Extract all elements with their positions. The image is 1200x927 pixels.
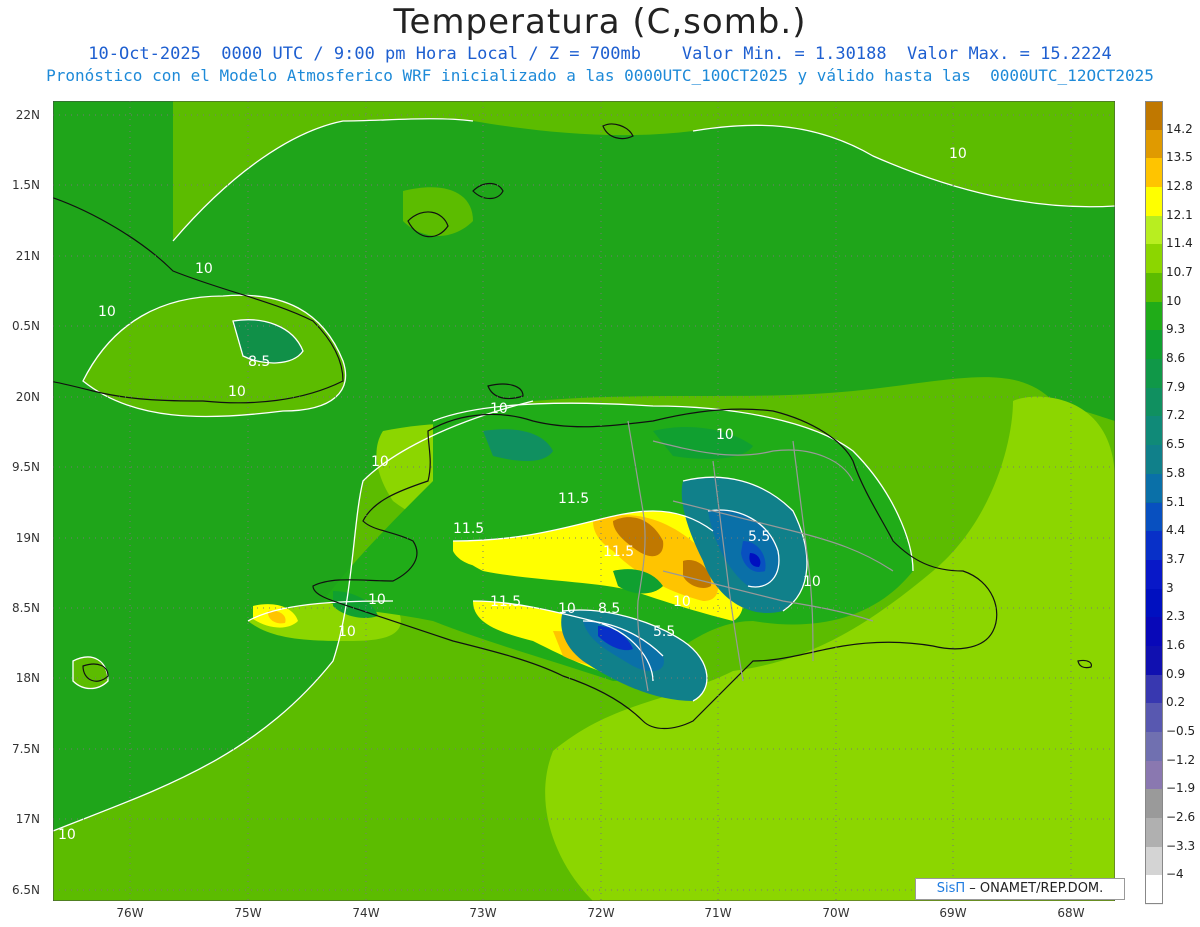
contour-label-10: 10: [338, 624, 356, 640]
colorbar-label: 0.2: [1166, 695, 1186, 710]
lat-label: 19N: [15, 531, 40, 545]
lon-label: 74W: [352, 906, 380, 920]
colorbar-label: 5.1: [1166, 494, 1186, 509]
contour-label-10: 10: [371, 454, 389, 470]
colorbar-label: 0.9: [1166, 666, 1186, 681]
contour-label-10: 10: [195, 261, 213, 277]
lon-label: 70W: [822, 906, 850, 920]
colorbar-label: 12.1: [1166, 207, 1193, 222]
credit-text: – ONAMET/REP.DOM.: [965, 881, 1104, 896]
lon-label: 71W: [704, 906, 732, 920]
credit-box: SisΠ – ONAMET/REP.DOM.: [915, 878, 1125, 900]
contour-label-11-5: 11.5: [603, 544, 634, 560]
contour-label-10: 10: [490, 401, 508, 417]
contour-label-8-5: 8.5: [598, 601, 620, 617]
lat-label: 1.5N: [11, 178, 40, 192]
temperature-map: 10 10 10 8.5 10 10 10 10 11.5 11.5 11.5 …: [53, 101, 1115, 901]
colorbar-label: −1.9: [1166, 781, 1196, 796]
contour-label-10: 10: [673, 594, 691, 610]
colorbar-label: −0.5: [1166, 723, 1196, 738]
colorbar-label: 4.4: [1166, 523, 1186, 538]
lat-label: 20N: [15, 390, 40, 404]
lat-label: 17N: [15, 812, 40, 826]
lon-label: 76W: [116, 906, 144, 920]
contour-label-11-5: 11.5: [490, 594, 521, 610]
lon-label: 68W: [1057, 906, 1085, 920]
lat-label: 18N: [15, 671, 40, 685]
contour-label-10: 10: [368, 592, 386, 608]
lat-label: 21N: [15, 249, 40, 263]
subtitle-time-range: 10-Oct-2025 0000 UTC / 9:00 pm Hora Loca…: [88, 44, 1112, 64]
contour-label-10: 10: [98, 304, 116, 320]
subtitle-model-info: Pronóstico con el Modelo Atmosferico WRF…: [46, 66, 1154, 85]
colorbar-label: 5.8: [1166, 465, 1186, 480]
lat-label: 6.5N: [11, 883, 40, 897]
colorbar-label: 7.9: [1166, 379, 1186, 394]
colorbar-label: 3.7: [1166, 551, 1186, 566]
colorbar-label: −2.6: [1166, 809, 1196, 824]
colorbar-label: 10.7: [1166, 265, 1193, 280]
lat-label: 7.5N: [11, 742, 40, 756]
colorbar-label: 3: [1166, 580, 1174, 595]
colorbar-label: 2.3: [1166, 609, 1186, 624]
colorbar-label: 9.3: [1166, 322, 1186, 337]
sis-logo-text: SisΠ: [936, 881, 966, 896]
lon-label: 72W: [587, 906, 615, 920]
colorbar-label: −3.3: [1166, 838, 1196, 853]
colorbar-label: 10: [1166, 293, 1182, 308]
colorbar: [1145, 101, 1163, 905]
colorbar-label: 8.6: [1166, 351, 1186, 366]
lat-label: 0.5N: [11, 319, 40, 333]
contour-label-11-5: 11.5: [558, 491, 589, 507]
colorbar-label: 12.8: [1166, 179, 1193, 194]
contour-label-8-5: 8.5: [248, 354, 270, 370]
contour-label-10: 10: [558, 601, 576, 617]
contour-label-10: 10: [803, 574, 821, 590]
colorbar-label: 11.4: [1166, 236, 1193, 251]
colorbar-label: 1.6: [1166, 637, 1186, 652]
colorbar-label: −4: [1166, 867, 1184, 882]
lat-label: 9.5N: [11, 460, 40, 474]
contour-label-10: 10: [58, 827, 76, 843]
colorbar-label: 13.5: [1166, 150, 1193, 165]
lon-label: 69W: [939, 906, 967, 920]
lat-label: 8.5N: [11, 601, 40, 615]
contour-label-5-5: 5.5: [748, 529, 770, 545]
lat-label: 22N: [15, 108, 40, 122]
chart-title: Temperatura (C,somb.): [393, 2, 807, 42]
contour-label-10: 10: [228, 384, 246, 400]
colorbar-label: 14.2: [1166, 121, 1193, 136]
contour-label-10: 10: [716, 427, 734, 443]
colorbar-label: 6.5: [1166, 437, 1186, 452]
contour-label-10: 10: [949, 146, 967, 162]
lon-label: 75W: [234, 906, 262, 920]
colorbar-label: −1.2: [1166, 752, 1196, 767]
contour-label-5-5: 5.5: [653, 624, 675, 640]
contour-label-11-5: 11.5: [453, 521, 484, 537]
colorbar-label: 7.2: [1166, 408, 1186, 423]
lon-label: 73W: [469, 906, 497, 920]
